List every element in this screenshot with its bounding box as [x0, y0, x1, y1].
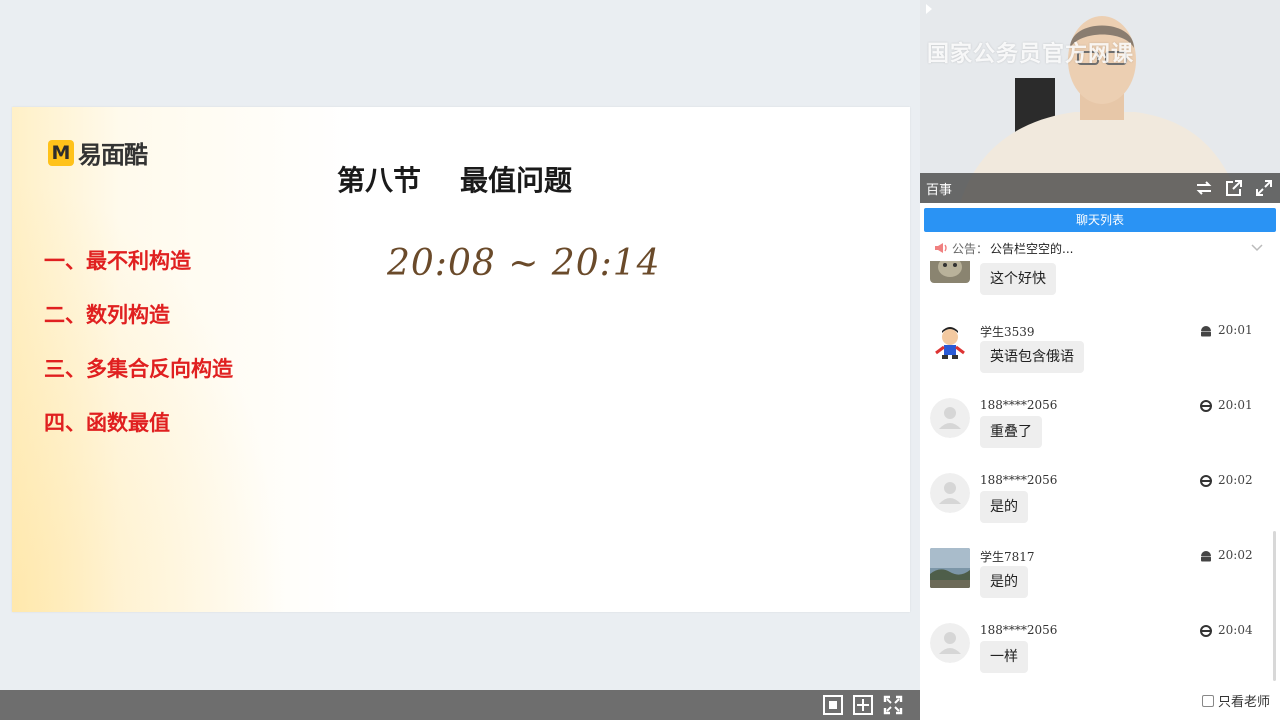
message-bubble: 是的 — [980, 491, 1028, 523]
only-teacher-checkbox[interactable] — [1201, 694, 1214, 707]
slide-title: 第八节 最值问题 — [337, 164, 572, 197]
outline-item: 二、数列构造 — [44, 303, 170, 327]
list-item: 188****2056 20:02 是的 — [920, 473, 1280, 543]
list-item: 188****2056 20:04 一样 — [920, 623, 1280, 691]
only-teacher-label: 只看老师 — [1217, 695, 1270, 710]
fullscreen-icon — [883, 695, 903, 715]
presentation-stage: M 易面酷 第八节 最值问题 一、最不利构造 二、数列构造 三、多集合反向构造 … — [0, 0, 920, 690]
tab-chat-list[interactable]: 聊天列表 — [924, 208, 1276, 232]
outline-item: 三、多集合反向构造 — [44, 357, 233, 381]
ie-icon — [1200, 625, 1212, 637]
message-username: 学生7817 — [980, 550, 1035, 564]
avatar — [930, 323, 970, 363]
video-watermark: 国家公务员官方网课 — [927, 42, 1135, 67]
list-item: 这个好快 — [920, 261, 1280, 303]
list-item: 188****2056 20:01 重叠了 — [920, 398, 1280, 468]
cartoon-avatar-icon — [930, 323, 970, 363]
default-avatar-icon — [930, 623, 970, 663]
message-username: 学生3539 — [980, 325, 1035, 339]
fit-screen-icon — [823, 695, 843, 715]
only-teacher-toggle[interactable]: 只看老师 — [1201, 691, 1270, 710]
avatar — [930, 473, 970, 513]
message-bubble: 重叠了 — [980, 416, 1042, 448]
handwritten-time-range: 20:08 ~ 20:14 — [387, 243, 657, 284]
expand-icon — [1256, 180, 1272, 196]
bottom-toolbar — [0, 690, 920, 720]
chat-scrollbar[interactable] — [1273, 531, 1276, 681]
message-list[interactable]: 这个好快 学生3539 20:01 英语包含俄语 188****2056 20:… — [920, 261, 1280, 691]
avatar — [930, 398, 970, 438]
message-time: 20:04 — [1218, 623, 1253, 637]
window-mode-icon — [853, 695, 873, 715]
message-bubble: 这个好快 — [980, 263, 1056, 295]
swap-view-button[interactable] — [1194, 178, 1214, 198]
handwritten-annotation: 20:08 ~ 20:14 — [387, 243, 657, 284]
message-bubble: 英语包含俄语 — [980, 341, 1084, 373]
user-photo-icon — [930, 261, 970, 283]
default-avatar-icon — [930, 473, 970, 513]
outline-item: 四、函数最值 — [44, 411, 170, 435]
ie-icon — [1200, 475, 1212, 487]
teacher-video[interactable]: 国家公务员官方网课 百事 — [920, 0, 1280, 203]
avatar — [930, 261, 970, 283]
message-time: 20:01 — [1218, 398, 1253, 412]
default-avatar-icon — [930, 398, 970, 438]
outline-list: 一、最不利构造 二、数列构造 三、多集合反向构造 四、函数最值 — [44, 245, 233, 461]
logo-text: 易面酷 — [78, 141, 148, 169]
fit-screen-button[interactable] — [822, 694, 844, 716]
classroom-window: M 易面酷 第八节 最值问题 一、最不利构造 二、数列构造 三、多集合反向构造 … — [0, 0, 1280, 720]
announcement-label: 公告： — [952, 241, 989, 256]
announcement-text: 公告栏空空的... — [990, 241, 1074, 256]
video-control-bar: 百事 — [920, 173, 1280, 203]
announcement-bar[interactable]: 公告： 公告栏空空的... — [934, 237, 1276, 259]
list-item: 学生7817 20:02 是的 — [920, 548, 1280, 618]
message-username: 188****2056 — [980, 623, 1058, 637]
message-time: 20:02 — [1218, 473, 1253, 487]
outline-item: 一、最不利构造 — [44, 249, 191, 273]
megaphone-icon — [935, 243, 947, 253]
window-mode-button[interactable] — [852, 694, 874, 716]
ie-icon — [1200, 400, 1212, 412]
slide: M 易面酷 第八节 最值问题 一、最不利构造 二、数列构造 三、多集合反向构造 … — [12, 107, 910, 612]
chevron-down-icon[interactable] — [1250, 240, 1264, 254]
message-username: 188****2056 — [980, 473, 1058, 487]
avatar — [930, 548, 970, 588]
avatar — [930, 623, 970, 663]
list-item: 学生3539 20:01 英语包含俄语 — [920, 323, 1280, 393]
message-username: 188****2056 — [980, 398, 1058, 412]
message-time: 20:02 — [1218, 548, 1253, 562]
logo-badge: M — [48, 139, 74, 166]
message-time: 20:01 — [1218, 323, 1253, 337]
android-icon — [1201, 551, 1211, 562]
swap-icon — [1196, 181, 1212, 195]
android-icon — [1201, 326, 1211, 337]
fullscreen-button[interactable] — [882, 694, 904, 716]
message-bubble: 是的 — [980, 566, 1028, 598]
teacher-name: 百事 — [926, 183, 953, 198]
brand-logo: M 易面酷 — [48, 135, 148, 170]
popout-button[interactable] — [1224, 178, 1244, 198]
chat-panel: 聊天列表 公告： 公告栏空空的... 这个好快 学生3539 20:01 英语包… — [920, 203, 1280, 720]
popout-icon — [1226, 180, 1242, 196]
video-fullscreen-button[interactable] — [1254, 178, 1274, 198]
user-photo-icon — [930, 548, 970, 588]
message-bubble: 一样 — [980, 641, 1028, 673]
